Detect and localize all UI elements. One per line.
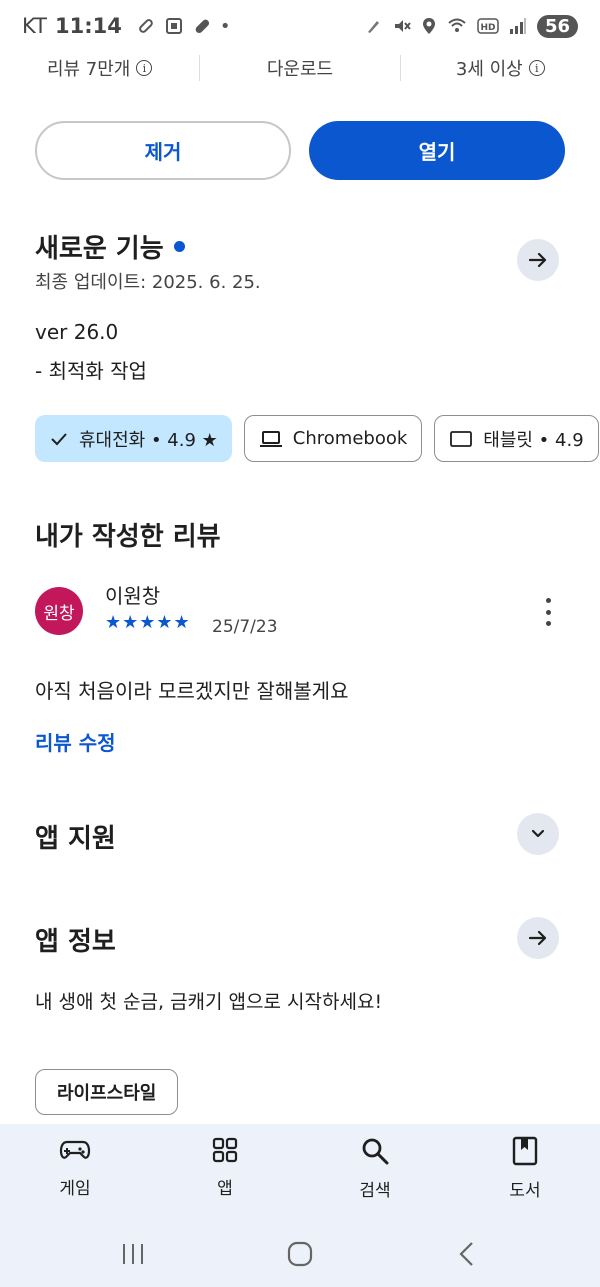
- whats-new-arrow-button[interactable]: [517, 239, 559, 281]
- app-info-heading[interactable]: 앱 정보: [35, 921, 116, 958]
- nav-books-label: 도서: [509, 1181, 541, 1201]
- chip-chromebook[interactable]: Chromebook: [243, 415, 423, 462]
- more-options-icon[interactable]: [538, 598, 558, 626]
- chip-tablet[interactable]: 태블릿 • 4.9: [434, 415, 599, 462]
- chip-chromebook-label: Chromebook: [292, 428, 408, 449]
- info-icon: i: [528, 60, 545, 76]
- last-updated: 최종 업데이트: 2025. 6. 25.: [35, 272, 261, 293]
- stat-downloads: 다운로드: [200, 55, 399, 81]
- nav-items: 게임 앱 검색 도서: [0, 1124, 600, 1220]
- info-icon: i: [136, 60, 153, 76]
- chip-tablet-label: 태블릿 • 4.9: [483, 429, 584, 451]
- nav-games-label: 게임: [59, 1179, 91, 1199]
- version-text: ver 26.0: [35, 320, 119, 344]
- home-button[interactable]: [280, 1236, 320, 1272]
- mute-icon: [394, 20, 411, 32]
- arrow-right-icon: [528, 930, 547, 946]
- search-icon: [362, 1138, 389, 1165]
- chevron-down-icon: [531, 829, 545, 838]
- review-date: 25/7/23: [212, 617, 278, 637]
- app-description: 내 생애 첫 순금, 금캐기 앱으로 시작하세요!: [35, 991, 383, 1013]
- tablet-icon: [450, 430, 473, 447]
- nav-apps-label: 앱: [217, 1179, 233, 1199]
- stat-age-label: 3세 이상: [455, 59, 523, 80]
- signal-icon: [509, 18, 526, 34]
- action-buttons: 제거 열기: [35, 121, 565, 180]
- new-indicator-dot: [173, 241, 185, 252]
- app-info-arrow-button[interactable]: [517, 917, 559, 959]
- category-tag[interactable]: 라이프스타일: [35, 1069, 179, 1115]
- book-icon: [512, 1136, 538, 1166]
- nav-games[interactable]: 게임: [0, 1136, 150, 1220]
- pen-icon: [367, 21, 379, 33]
- reviewer-name: 이원창: [105, 584, 161, 608]
- open-button[interactable]: 열기: [309, 121, 565, 180]
- apps-grid-icon: [212, 1137, 238, 1163]
- stat-downloads-label: 다운로드: [266, 59, 334, 80]
- laptop-icon: [259, 430, 282, 447]
- carrier-label: KT: [22, 14, 47, 38]
- location-icon: [422, 18, 435, 34]
- status-right: HD 56: [365, 14, 578, 38]
- edit-review-link[interactable]: 리뷰 수정: [35, 727, 116, 756]
- link-icon: [138, 19, 153, 33]
- notification-icons: •: [136, 15, 231, 37]
- hd-icon: HD: [477, 18, 499, 34]
- check-icon: [51, 432, 67, 445]
- system-navigation: [0, 1234, 600, 1274]
- my-review-heading: 내가 작성한 리뷰: [35, 522, 221, 552]
- recent-apps-button[interactable]: [113, 1236, 153, 1272]
- app-support-expand-button[interactable]: [517, 813, 559, 855]
- stat-age-rating[interactable]: 3세 이상 i: [401, 55, 600, 81]
- stat-reviews[interactable]: 리뷰 7만개 i: [0, 55, 199, 81]
- screenshot-icon: [165, 18, 182, 34]
- nav-books[interactable]: 도서: [450, 1136, 600, 1220]
- status-left: KT 11:14 •: [22, 14, 230, 38]
- device-chips: 휴대전화 • 4.9 ★ Chromebook 태블릿 • 4.9: [35, 415, 600, 463]
- wifi-icon: [448, 18, 466, 32]
- svg-text:HD: HD: [480, 23, 495, 33]
- stat-reviews-label: 리뷰 7만개: [46, 59, 131, 80]
- star-rating: ★★★★★: [105, 612, 191, 633]
- app-support-heading[interactable]: 앱 지원: [35, 818, 116, 855]
- whats-new-title: 새로운 기능: [35, 234, 164, 264]
- avatar: 원창: [35, 587, 83, 635]
- gamepad-icon: [59, 1140, 91, 1159]
- clock: 11:14: [54, 14, 122, 38]
- remove-button[interactable]: 제거: [35, 121, 291, 180]
- app-stats-row: 리뷰 7만개 i 다운로드 3세 이상 i: [0, 38, 600, 98]
- more-notifications-dot: •: [219, 15, 231, 37]
- update-note: - 최적화 작업: [35, 359, 147, 383]
- nav-apps[interactable]: 앱: [150, 1136, 300, 1220]
- chip-phone[interactable]: 휴대전화 • 4.9 ★: [35, 415, 232, 462]
- review-text: 아직 처음이라 모르겠지만 잘해볼게요: [35, 679, 349, 703]
- back-icon: [459, 1242, 473, 1266]
- recent-apps-icon: [123, 1244, 144, 1264]
- chip-phone-label: 휴대전화 • 4.9 ★: [79, 429, 218, 451]
- nav-search[interactable]: 검색: [300, 1136, 450, 1220]
- whats-new-heading[interactable]: 새로운 기능: [35, 228, 185, 265]
- bottom-navigation: 게임 앱 검색 도서: [0, 1124, 600, 1287]
- arrow-right-icon: [528, 252, 547, 268]
- home-icon: [287, 1241, 313, 1267]
- nav-search-label: 검색: [359, 1181, 391, 1201]
- pill-icon: [195, 19, 209, 34]
- battery-indicator: 56: [536, 14, 578, 38]
- back-button[interactable]: [447, 1236, 487, 1272]
